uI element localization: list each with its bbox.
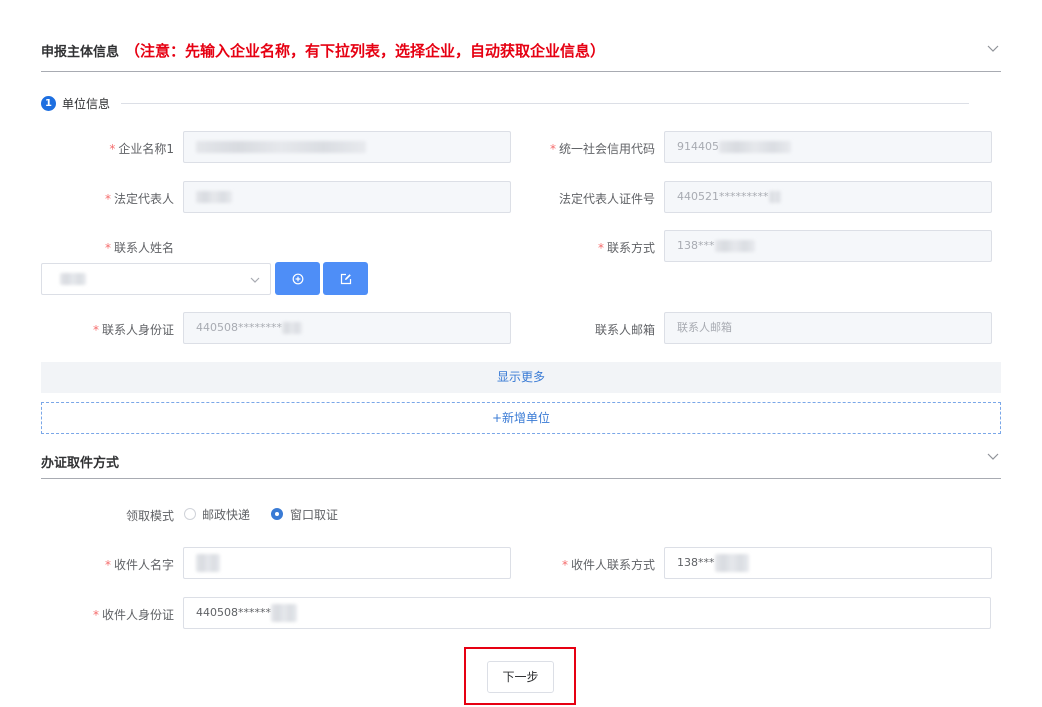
section-note: （注意：先输入企业名称，有下拉列表，选择企业，自动获取企业信息）	[125, 42, 606, 60]
company-name-label: * 企业名称1	[109, 142, 174, 156]
chevron-down-icon[interactable]	[987, 450, 999, 462]
edit-icon	[340, 273, 351, 284]
next-button[interactable]: 下一步	[487, 661, 554, 693]
section-divider	[41, 478, 1001, 479]
recipient-name-field[interactable]	[183, 547, 511, 579]
recipient-id-field[interactable]: 440508******	[183, 597, 991, 629]
edit-contact-button[interactable]	[323, 262, 368, 295]
step-title: 单位信息	[62, 97, 111, 111]
redacted-value	[196, 141, 366, 153]
section-header-pickup: 办证取件方式	[41, 456, 120, 471]
contact-email-field[interactable]: 联系人邮箱	[664, 312, 992, 344]
section-divider	[41, 71, 1001, 72]
radio-postal[interactable]	[184, 508, 196, 520]
step-badge: 1	[41, 96, 56, 111]
redacted-value	[714, 240, 755, 252]
redacted-value	[768, 191, 781, 203]
show-more-button[interactable]: 显示更多	[41, 362, 1001, 393]
contact-name-label: * 联系人姓名	[104, 241, 174, 255]
section-title: 申报主体信息	[41, 45, 120, 60]
step-divider	[121, 103, 969, 104]
contact-email-label: 联系人邮箱	[594, 323, 655, 337]
add-unit-button[interactable]: +新增单位	[41, 402, 1001, 434]
redacted-value	[60, 273, 86, 285]
redacted-value	[271, 604, 297, 622]
contact-phone-label: * 联系方式	[597, 241, 655, 255]
contact-name-select[interactable]	[41, 263, 271, 295]
redacted-value	[196, 554, 220, 572]
recipient-name-label: * 收件人名字	[104, 558, 174, 572]
legal-rep-id-field[interactable]: 440521*********	[664, 181, 992, 213]
recipient-phone-label: * 收件人联系方式	[561, 558, 655, 572]
radio-window-label[interactable]: 窗口取证	[290, 506, 338, 523]
chevron-down-icon[interactable]	[987, 42, 999, 54]
redacted-value	[714, 554, 749, 572]
contact-id-label: * 联系人身份证	[92, 323, 174, 337]
legal-rep-field[interactable]	[183, 181, 511, 213]
radio-window[interactable]	[271, 508, 283, 520]
redacted-value	[196, 191, 232, 203]
section-header-applicant: 申报主体信息 （注意：先输入企业名称，有下拉列表，选择企业，自动获取企业信息）	[41, 40, 605, 61]
recipient-id-label: * 收件人身份证	[92, 608, 174, 622]
credit-code-field[interactable]: 914405	[664, 131, 992, 163]
plus-circle-icon	[292, 273, 303, 284]
add-contact-button[interactable]	[275, 262, 320, 295]
recipient-phone-field[interactable]: 138***	[664, 547, 992, 579]
redacted-value	[282, 322, 302, 334]
chevron-down-icon	[250, 277, 260, 283]
company-name-field[interactable]	[183, 131, 511, 163]
contact-phone-field[interactable]: 138***	[664, 230, 992, 262]
pickup-mode-label: 领取模式	[125, 509, 174, 523]
legal-rep-label: * 法定代表人	[104, 192, 174, 206]
contact-id-field[interactable]: 440508********	[183, 312, 511, 344]
radio-postal-label[interactable]: 邮政快递	[202, 506, 250, 523]
credit-code-label: * 统一社会信用代码	[549, 142, 655, 156]
redacted-value	[719, 141, 791, 153]
legal-rep-id-label: 法定代表人证件号	[558, 192, 655, 206]
